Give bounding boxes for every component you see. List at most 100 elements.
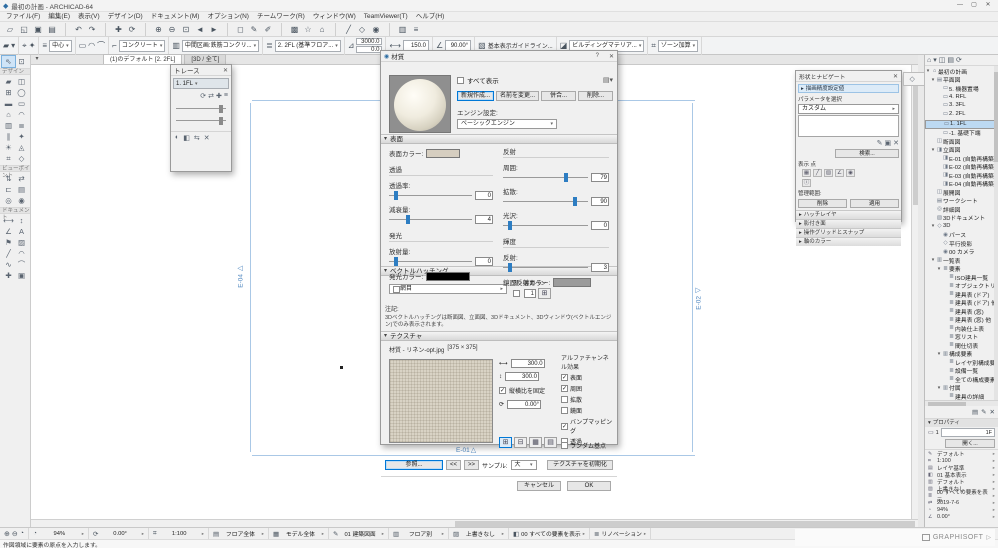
toolbar-icon[interactable]: ▩ xyxy=(281,22,301,36)
tool-preview-segment[interactable]: ▰ ▾ xyxy=(0,36,20,55)
tab-menu-icon[interactable]: ▾ xyxy=(31,54,43,64)
toolbox-section-viewpoint[interactable]: ビューポイント xyxy=(0,165,30,179)
pen-foreground-checkbox[interactable] xyxy=(513,290,520,297)
trace-reference-dropdown[interactable]: 1. 1FL ▾ xyxy=(173,78,229,89)
delete-preset-button[interactable]: 削除 xyxy=(798,199,847,208)
reset-texture-button[interactable]: テクスチャを初期化 xyxy=(547,460,613,471)
tree-item[interactable]: ◫ 展開図 xyxy=(925,188,998,196)
tree-item[interactable]: ▭ 2. 2FL xyxy=(925,110,998,119)
ok-button[interactable]: OK xyxy=(567,481,611,492)
tree-item[interactable]: ◨ E-04 (自動再構築) xyxy=(925,180,998,188)
dialog-menu-icon[interactable]: ▤▾ xyxy=(603,76,613,84)
toolbox-tool[interactable]: ⊞ xyxy=(2,87,15,98)
tiling-mode-button[interactable]: ⊞ xyxy=(499,437,512,449)
display-option-icon[interactable]: ∠ xyxy=(835,169,844,177)
toolbox-tool[interactable]: ⌒ xyxy=(15,259,28,270)
menu-item[interactable]: ヘルプ(H) xyxy=(412,12,449,22)
view-setting-row[interactable]: ◔ 94% ▸ xyxy=(925,506,998,513)
toolbox-tool[interactable]: ∥ xyxy=(2,131,15,142)
trace-option-icon[interactable]: ◐ xyxy=(175,134,179,142)
toolbar-icon[interactable]: ▥ xyxy=(389,22,409,36)
tree-item[interactable]: ◉ 00 カメラ xyxy=(925,248,998,256)
mini-palette-icon[interactable]: ◇ xyxy=(910,75,915,83)
preset-dropdown[interactable]: カスタム ▸ xyxy=(798,104,899,114)
parameter-field[interactable]: 0 xyxy=(475,257,493,266)
tree-item[interactable]: ◫ 断面図 xyxy=(925,137,998,145)
canvas-vertical-scrollbar[interactable] xyxy=(911,65,918,519)
close-button[interactable]: ✕ xyxy=(981,0,995,11)
toolbox-tool[interactable]: ◠ xyxy=(15,248,28,259)
tree-item[interactable]: ▾ ▥ 構成要素 xyxy=(925,350,998,358)
toolbox-tool[interactable]: ∠ xyxy=(2,226,15,237)
toolbox-tool[interactable]: ⇄ xyxy=(15,173,28,184)
home-story-segment[interactable]: ≣ 2. 2FL (基準フロア... ▾ xyxy=(263,36,345,55)
quick-option-segment[interactable]: ◧ 00 すべての要素を表示 ▸ xyxy=(509,527,590,540)
tree-item[interactable]: ≣ レイヤ別構成要素 xyxy=(925,358,998,366)
options-panel-titlebar[interactable]: 形状とナビゲート ✕ xyxy=(796,71,901,82)
trace-intensity-slider[interactable] xyxy=(176,105,226,113)
home-story-dropdown[interactable]: 2. 2FL (基準フロア... ▾ xyxy=(274,39,341,52)
tree-item[interactable]: ◇ 平行投影 xyxy=(925,239,998,247)
toolbox-tool[interactable]: ⌗ xyxy=(2,153,15,164)
tree-item[interactable]: ▭ 5. 機器置場 xyxy=(925,84,998,92)
toolbar-icon[interactable]: ▣ xyxy=(31,23,45,36)
zoom-in-icon[interactable]: ⊕ xyxy=(4,530,10,538)
surface-section-header[interactable]: ▾ 表面 xyxy=(381,134,617,144)
tree-item[interactable]: ≣ 設備一覧 xyxy=(925,367,998,375)
new-material-button[interactable]: 新規作成... xyxy=(457,91,495,101)
navigator-top-icon[interactable]: ◫ xyxy=(939,56,946,64)
trace-option-icon[interactable]: ⇆ xyxy=(194,134,200,142)
tree-item[interactable]: ◎ 詳細図 xyxy=(925,205,998,213)
toolbar-icon[interactable]: ✎ xyxy=(247,23,261,36)
toolbar-icon[interactable]: ↷ xyxy=(85,23,99,36)
toolbox-tool[interactable]: ✚ xyxy=(2,270,15,281)
help-icon[interactable]: ? xyxy=(596,53,599,59)
view-setting-row[interactable]: ≣ 00 すべての要素を表示 ▸ xyxy=(925,490,998,504)
menu-item[interactable]: ファイル(F) xyxy=(2,12,44,22)
parameter-slider[interactable] xyxy=(503,263,588,272)
elevation-line-left[interactable] xyxy=(250,103,251,452)
tree-item[interactable]: ≣ 建具の詳細 xyxy=(925,392,998,400)
trace-action-icon[interactable]: ⟳ xyxy=(200,92,206,100)
zoom-out-icon[interactable]: ⊖ xyxy=(12,530,18,538)
navigator-action-icon[interactable]: ▤ xyxy=(972,408,978,416)
parameter-field[interactable]: 0 xyxy=(475,191,493,200)
toolbar-icon[interactable]: ► xyxy=(207,23,221,36)
toolbar-icon[interactable]: ▤ xyxy=(45,23,59,36)
sample-dropdown[interactable]: 大 ▾ xyxy=(510,460,537,471)
toolbar-icon[interactable]: ↶ xyxy=(65,22,85,36)
menu-item[interactable]: 編集(E) xyxy=(44,12,74,22)
quick-option-segment[interactable]: ▨ 上書きなし ▸ xyxy=(449,527,509,540)
open-view-button[interactable]: 開く... xyxy=(945,439,995,448)
browse-texture-button[interactable]: 参照... xyxy=(385,460,443,471)
parameter-listbox[interactable] xyxy=(798,115,899,137)
pen-picker-icon[interactable]: ⊞ xyxy=(538,288,551,299)
parameter-slider[interactable] xyxy=(503,173,588,182)
tree-item[interactable]: ≣ 建具表 (ドア) 他 xyxy=(925,299,998,307)
toolbox-tool[interactable]: ⊡ xyxy=(15,56,28,67)
toolbar-icon[interactable]: ≡ xyxy=(409,23,423,36)
composite-segment[interactable]: ▥ 中間区画:鉄筋コンクリ... ▾ xyxy=(169,36,264,55)
options-edit-icon[interactable]: ✕ xyxy=(893,139,899,147)
cancel-button[interactable]: キャンセル xyxy=(517,481,561,492)
next-texture-button[interactable]: >> xyxy=(464,460,480,471)
toolbox-section-design[interactable]: デザイン xyxy=(0,68,30,75)
toolbar-icon[interactable]: ╱ xyxy=(335,22,355,36)
display-option-icon[interactable]: ◉ xyxy=(846,169,855,177)
tree-item[interactable]: ▾ ▥ 付属 xyxy=(925,384,998,392)
toolbox-tool[interactable]: ▤ xyxy=(15,184,28,195)
toolbox-tool[interactable]: ╱ xyxy=(2,248,15,259)
close-icon[interactable]: ✕ xyxy=(609,53,614,60)
toolbox-tool[interactable]: ◉ xyxy=(15,195,28,206)
tree-item[interactable]: ≣ オブジェクトリスト xyxy=(925,282,998,290)
search-button[interactable]: 検索... xyxy=(835,149,899,158)
parameter-slider[interactable] xyxy=(503,197,588,206)
hatch-dropdown[interactable]: 網目 ▸ xyxy=(389,284,507,294)
menu-item[interactable]: TeamViewer(T) xyxy=(360,12,412,22)
dialog-titlebar[interactable]: ◉ 材質 ? ✕ xyxy=(381,51,617,62)
toolbar-icon[interactable]: ◉ xyxy=(369,23,383,36)
toolbox-tool[interactable]: ▭ xyxy=(15,98,28,109)
reference-line-dropdown[interactable]: 中心 ▾ xyxy=(49,39,72,52)
navigator-action-icon[interactable]: ✕ xyxy=(990,408,995,416)
toolbar-icon[interactable]: ◄ xyxy=(193,23,207,36)
